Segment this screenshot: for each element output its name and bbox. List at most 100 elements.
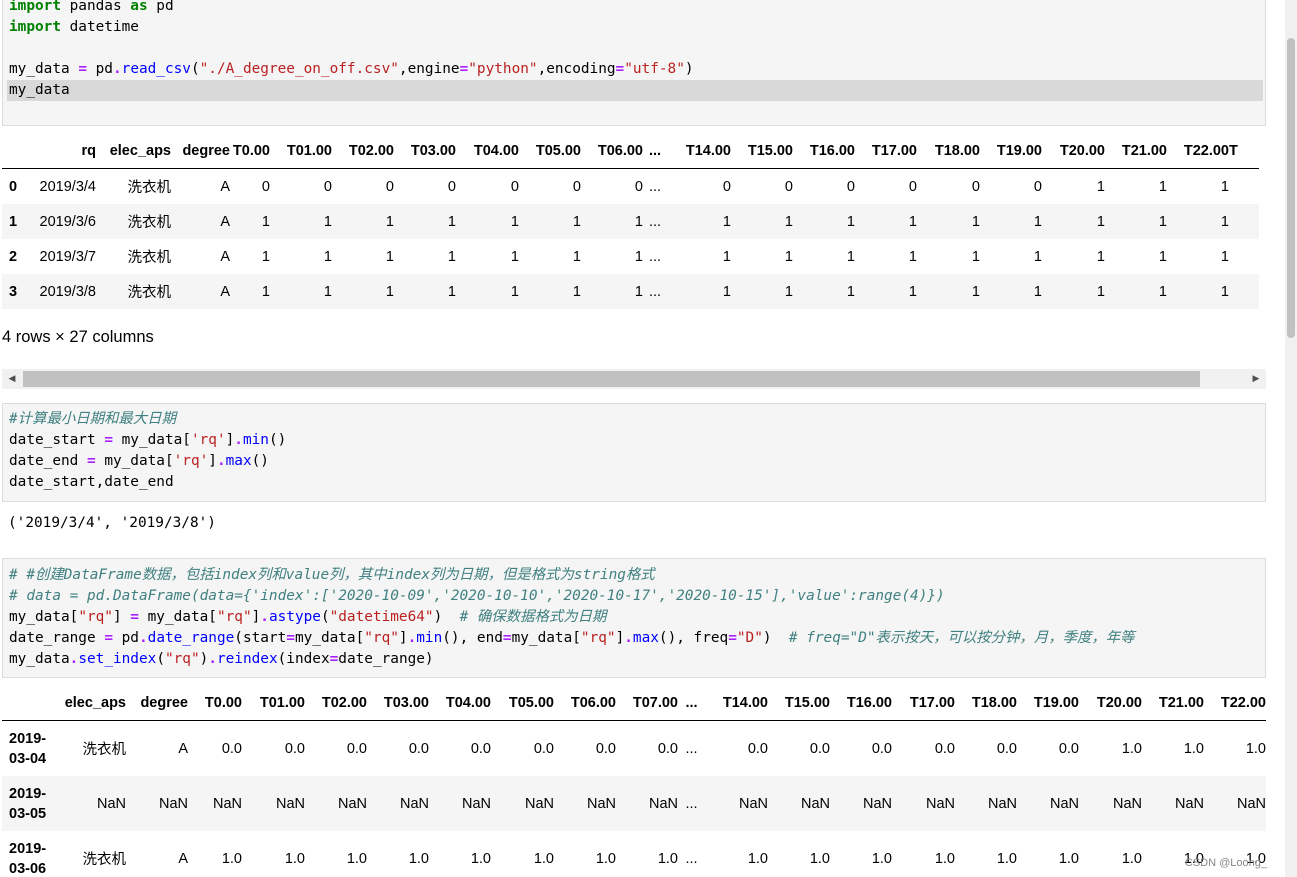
table-cell <box>1229 204 1259 239</box>
code-line: date_range = pd.date_range(start=my_data… <box>9 628 1135 649</box>
table-cell: 1.0 <box>1245 850 1266 867</box>
code-token: my_data[ <box>9 609 79 625</box>
code-line: date_start = my_data['rq'].min() <box>9 430 286 451</box>
table-cell: 1 <box>1220 248 1229 265</box>
header-row: rq elec_aps degree T0.00 T01.00 T02.00 T03.00 T… <box>2 134 1259 169</box>
table-cell: 1 <box>447 248 456 265</box>
table-cell: 0.0 <box>533 740 554 757</box>
table-cell <box>1229 274 1259 309</box>
table-cell: 2019/3/7 <box>39 248 96 265</box>
table-cell: 1 <box>510 213 519 230</box>
column-header: ... <box>643 134 667 169</box>
table-cell: A <box>178 740 188 757</box>
table-cell: 1 <box>1158 283 1167 300</box>
column-header: T04.00 <box>429 686 491 721</box>
table-cell: 1.0 <box>996 850 1017 867</box>
code-token: import <box>9 0 61 14</box>
table-cell: 1.0 <box>1121 850 1142 867</box>
table-cell: 1 <box>846 213 855 230</box>
table-cell: A <box>178 850 188 867</box>
table-cell: 1 <box>385 213 394 230</box>
code-token: (start <box>234 630 287 646</box>
table-cell: 1.0 <box>595 850 616 867</box>
code-token: ( <box>190 61 200 77</box>
table-cell: 洗衣机 <box>127 215 172 231</box>
table-cell: 1 <box>1096 248 1105 265</box>
code-token: . <box>208 651 217 667</box>
code-token: = <box>104 432 113 448</box>
row-index-part: 03-04 <box>9 750 47 767</box>
table-cell: 0 <box>908 178 917 195</box>
code-token: # data = pd.DataFrame(data={'index':['20… <box>9 588 945 604</box>
code-cell-read-csv[interactable]: import pandas as pd import datetime my_dat… <box>2 0 1266 126</box>
code-cell-date-min-max[interactable]: #计算最小日期和最大日期 date_start = my_data['rq'].m… <box>2 403 1266 502</box>
code-token: min <box>242 432 269 448</box>
table-cell: 1 <box>1096 213 1105 230</box>
column-header: T22.00 <box>1204 686 1266 721</box>
row-index-part: 2019- <box>9 730 47 747</box>
table-cell: NaN <box>399 795 429 812</box>
code-token: "D" <box>736 630 763 646</box>
table-cell: 0.0 <box>595 740 616 757</box>
code-cell-reindex[interactable]: # #创建DataFrame数据，包括index列和value列，其中index… <box>2 558 1266 678</box>
table-cell: 1.0 <box>1245 740 1266 757</box>
code-token: my_data <box>9 82 70 98</box>
code-token: min <box>416 630 443 646</box>
table-cell: 洗衣机 <box>127 285 172 301</box>
code-line: my_data["rq"] = my_data["rq"].astype("da… <box>9 607 606 628</box>
code-token: reindex <box>216 651 278 667</box>
table-cell: 1.0 <box>408 850 429 867</box>
horizontal-scroll-thumb[interactable] <box>23 371 1200 387</box>
table-cell: 1 <box>323 213 332 230</box>
table-cell: 1 <box>908 213 917 230</box>
horizontal-scrollbar[interactable]: ◀ ▶ <box>2 369 1266 389</box>
column-header <box>2 134 24 169</box>
scroll-left-icon[interactable]: ◀ <box>2 369 22 389</box>
table-cell <box>1229 239 1259 274</box>
code-token: datetime <box>60 19 139 35</box>
table-cell: 0 <box>323 178 332 195</box>
row-index: 0 <box>9 178 18 195</box>
table-cell: 1 <box>908 248 917 265</box>
table-cell: 1 <box>1158 213 1167 230</box>
code-token: # 确保数据格式为日期 <box>459 609 607 625</box>
code-token: "utf-8" <box>624 61 685 77</box>
column-header: T05.00 <box>491 686 554 721</box>
code-token: ] <box>112 609 131 625</box>
code-token: max <box>632 630 659 646</box>
code-token: ) <box>199 651 209 667</box>
code-token: = <box>728 630 737 646</box>
vertical-scroll-thumb[interactable] <box>1287 38 1295 338</box>
column-header: elec_aps <box>96 134 171 169</box>
column-header: T19.00 <box>1017 686 1079 721</box>
code-token: ( <box>320 609 330 625</box>
code-token: 'rq' <box>190 432 226 448</box>
column-header: T22.00 <box>1167 134 1229 169</box>
table-cell: 1 <box>722 248 731 265</box>
code-token: = <box>130 609 139 625</box>
code-line: my_data.set_index("rq").reindex(index=da… <box>9 649 434 670</box>
table-cell: NaN <box>1236 795 1266 812</box>
table-cell: 0 <box>634 178 643 195</box>
vertical-scrollbar[interactable] <box>1285 0 1297 877</box>
code-token: read_csv <box>121 61 191 77</box>
code-token: = <box>286 630 295 646</box>
table-cell: 1.0 <box>284 850 305 867</box>
table-cell: 0.0 <box>747 740 768 757</box>
code-token: = <box>459 61 469 77</box>
column-header: degree <box>171 134 230 169</box>
table-cell: ... <box>648 178 662 195</box>
table-cell: 1 <box>572 248 581 265</box>
table-cell: 0.0 <box>221 740 242 757</box>
row-index: 2 <box>9 248 18 265</box>
code-token: ,encoding <box>537 61 616 77</box>
code-token: my_data[ <box>511 630 581 646</box>
table-cell: 0.0 <box>470 740 491 757</box>
scroll-right-icon[interactable]: ▶ <box>1246 369 1266 389</box>
table-cell: 1 <box>1220 213 1229 230</box>
column-header: T14.00 <box>667 134 731 169</box>
column-header: T17.00 <box>855 134 917 169</box>
notebook-page: import pandas as pd import datetime my_dat… <box>0 0 1285 877</box>
table-cell: 1 <box>323 283 332 300</box>
code-token: "rq" <box>580 630 616 646</box>
